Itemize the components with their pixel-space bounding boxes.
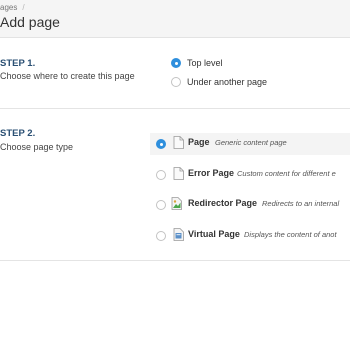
breadcrumb-link-pages[interactable]: ages (0, 3, 17, 12)
page-type-description: Generic content page (215, 138, 287, 147)
redirector-page-icon (171, 197, 182, 210)
page-type-name: Page (188, 137, 210, 147)
option-top-level-label[interactable]: Top level (187, 58, 223, 68)
virtual-page-icon (173, 228, 184, 241)
page-root: ages / Add page STEP 1. Choose where to c… (0, 0, 350, 350)
error-page-icon (173, 167, 184, 180)
step1-description: Choose where to create this page (0, 71, 135, 81)
radio-under-another-page[interactable] (171, 77, 181, 87)
page-type-name: Error Page (188, 168, 235, 178)
breadcrumb: ages / (0, 3, 25, 12)
step1-title: STEP 1. (0, 58, 36, 69)
breadcrumb-separator: / (22, 3, 25, 12)
step2-title: STEP 2. (0, 128, 36, 139)
page-type-description: Redirects to an internal (262, 199, 340, 208)
section-divider-bottom (0, 260, 350, 261)
radio-page-type-error-page[interactable] (156, 170, 166, 180)
option-under-another-page-label[interactable]: Under another page (187, 77, 267, 87)
page-title: Add page (0, 14, 60, 30)
radio-page-type-page[interactable] (156, 139, 166, 149)
step2-description: Choose page type (0, 142, 74, 152)
radio-top-level[interactable] (171, 58, 181, 68)
page-type-description: Custom content for different e (237, 169, 336, 178)
page-type-name: Redirector Page (188, 198, 258, 208)
page-icon (173, 136, 184, 149)
section-divider (0, 108, 350, 109)
header-bar: ages / Add page (0, 0, 350, 38)
radio-page-type-redirector-page[interactable] (156, 200, 166, 210)
page-type-name: Virtual Page (188, 229, 240, 239)
page-type-description: Displays the content of anot (244, 230, 337, 239)
radio-page-type-virtual-page[interactable] (156, 231, 166, 241)
